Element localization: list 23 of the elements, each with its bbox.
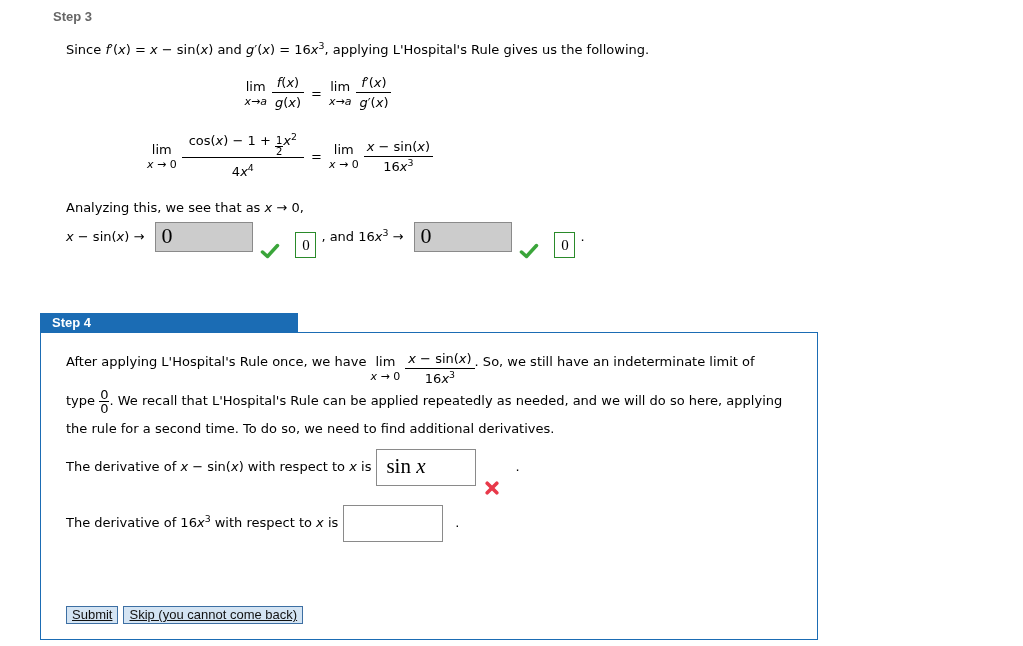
prompt-text: The derivative of 16x$^{3}$ with respect to x is (66, 515, 339, 531)
prompt-text: . (515, 459, 520, 475)
step-heading: Step 3 (53, 9, 92, 25)
paragraph: Since f′(x) = x − sin(x) and g′(x) = 16x$^{3}$, applying L'Hospital's Rule gives us the following. (66, 38, 651, 59)
paragraph: Analyzing this, we see that as x → 0, (66, 199, 305, 217)
submit-button[interactable]: Submit (66, 605, 119, 624)
limit-expression: lim x→a f′(x) g′(x) (328, 75, 1023, 111)
answer-field[interactable]: sin x (376, 448, 477, 486)
prompt-text: The derivative of x − sin(x) with respect to x is (66, 459, 372, 475)
equals-sign: = (311, 149, 322, 164)
equals-sign: = (311, 85, 322, 101)
answer-key: 0 (554, 232, 576, 258)
prompt-text: . (455, 515, 460, 531)
skip-button[interactable]: Skip (you cannot come back) (123, 605, 304, 624)
answer-field[interactable] (343, 504, 444, 542)
limit-expression: lim x → 0 x − sin(x) 16x$^{3}$ (328, 138, 1023, 175)
limit-expression: lim x→a f(x) g(x) (244, 75, 304, 111)
limit-expression: lim x → 0 cos(x) − 1 + 1 2 x$^{2}$ 4x$^{4}$ (146, 133, 304, 180)
prompt-text: , and 16x$^{3}$ → (321, 229, 404, 245)
answer-key: 0 (295, 232, 317, 258)
step-header-bar: Step 4 (40, 313, 298, 332)
prompt-text: . (580, 229, 585, 245)
prompt-text: x − sin(x) → (66, 229, 145, 245)
